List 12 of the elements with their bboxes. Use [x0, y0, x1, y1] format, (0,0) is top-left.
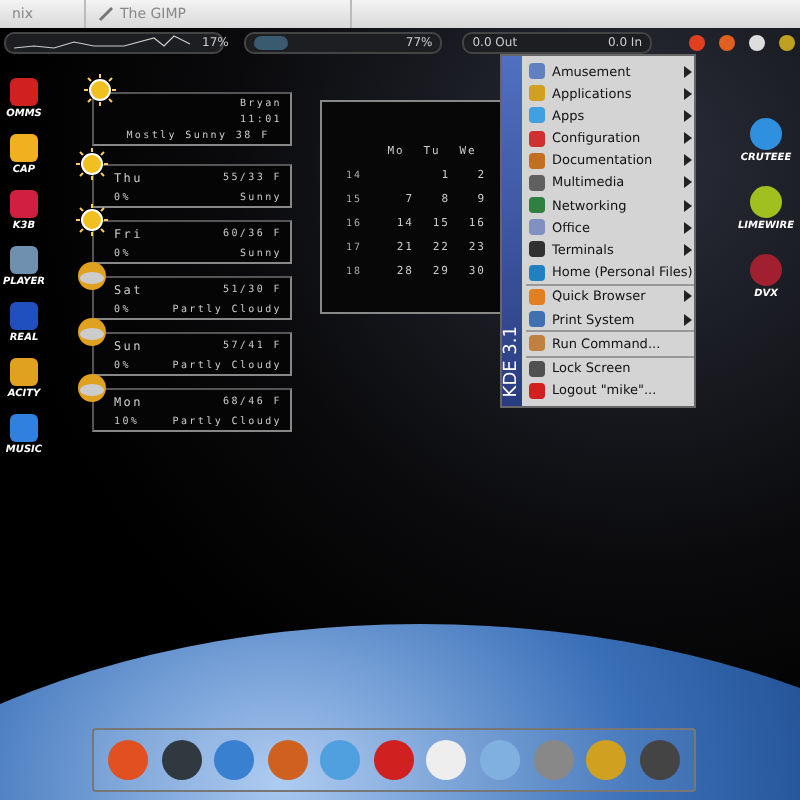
app-icon[interactable]	[8, 356, 40, 388]
app-icon[interactable]	[8, 132, 40, 164]
app-icon[interactable]	[8, 244, 40, 276]
app-icon[interactable]	[8, 412, 40, 444]
cpu-graph-icon	[14, 34, 194, 50]
banner-text: KDE 3.1	[502, 326, 522, 398]
sun-icon	[80, 70, 120, 110]
app-icon[interactable]	[748, 184, 784, 220]
app-icon[interactable]	[159, 738, 204, 782]
sun-icon	[76, 204, 108, 236]
app-icon[interactable]	[748, 116, 784, 152]
sun-icon	[76, 148, 108, 180]
